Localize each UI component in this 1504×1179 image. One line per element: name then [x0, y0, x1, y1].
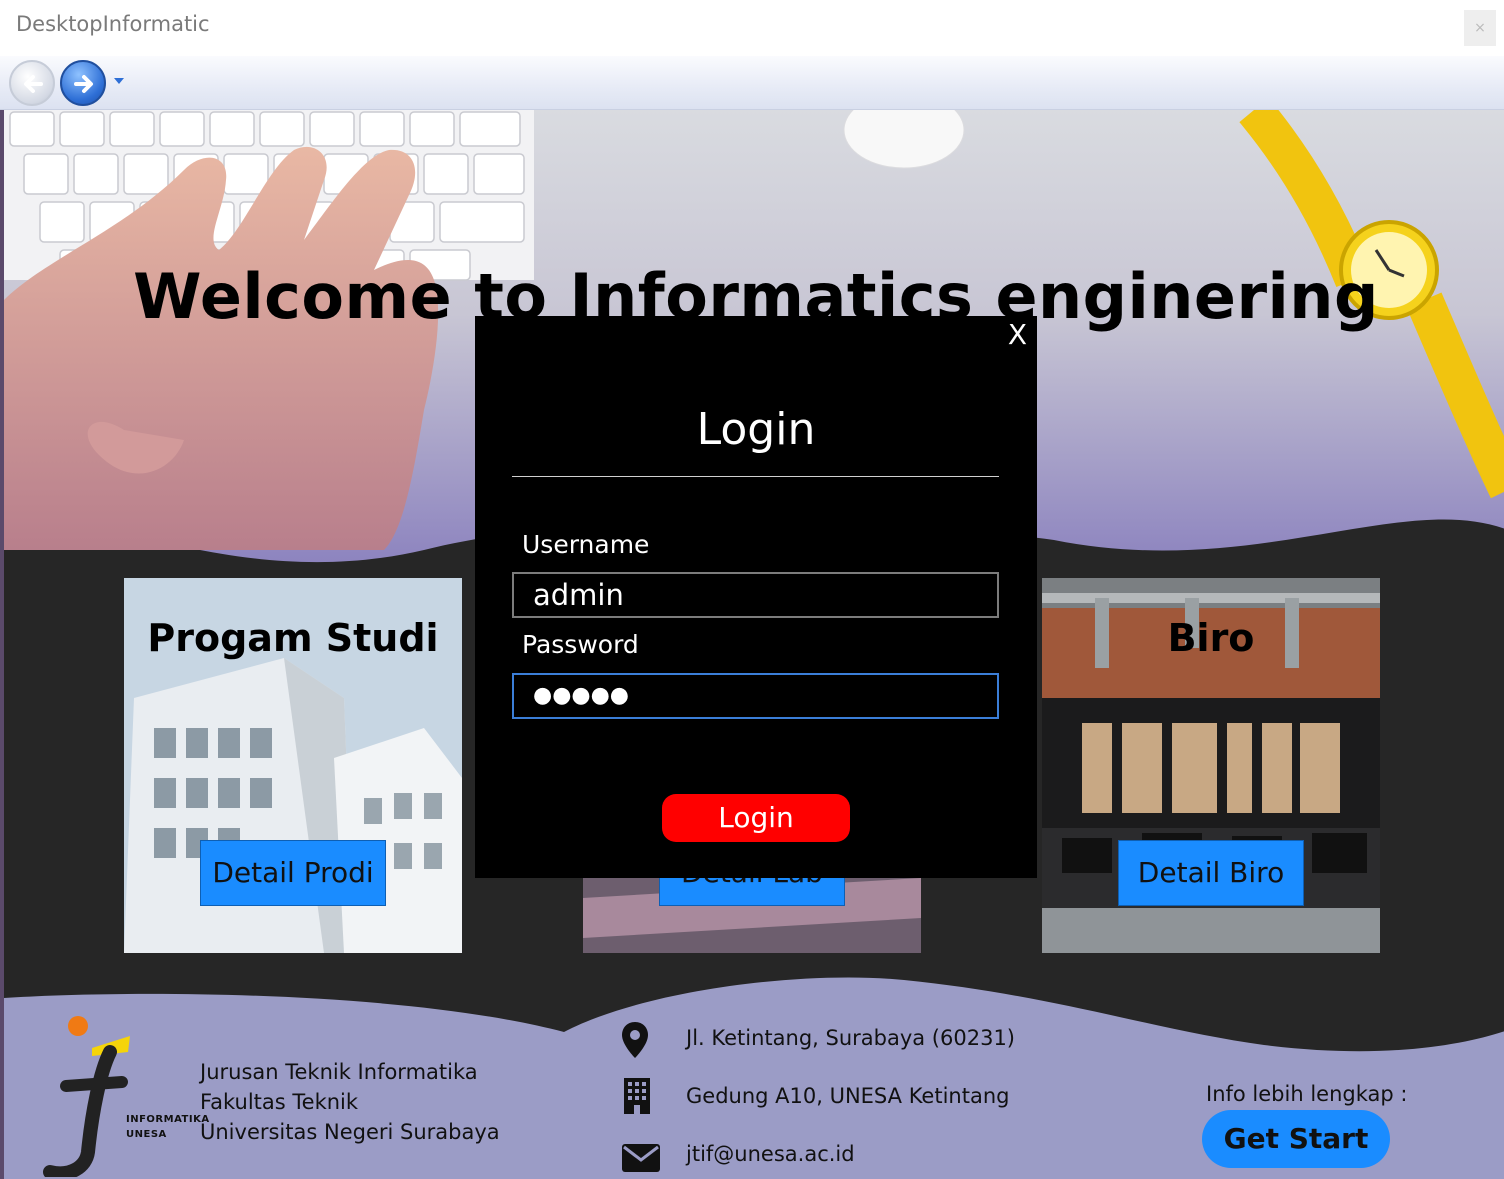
location-pin-icon — [622, 1022, 648, 1058]
window-titlebar: DesktopInformatic × — [0, 0, 1504, 56]
arrow-left-icon — [24, 75, 43, 93]
get-start-button[interactable]: Get Start — [1202, 1110, 1390, 1168]
card-biro: Biro Detail Biro — [1042, 578, 1380, 953]
address-text: Jl. Ketintang, Surabaya (60231) — [686, 1026, 1015, 1050]
org-university: Universitas Negeri Surabaya — [200, 1120, 500, 1144]
building-icon — [624, 1078, 650, 1114]
envelope-icon — [622, 1144, 660, 1172]
informatika-unesa-logo: INFORMATIKA UNESA — [30, 1012, 209, 1179]
window-close-button[interactable]: × — [1464, 10, 1496, 46]
detail-prodi-button[interactable]: Detail Prodi — [200, 840, 386, 906]
username-label: Username — [522, 530, 650, 559]
navigation-bar — [0, 56, 1504, 110]
modal-close-button[interactable]: X — [1008, 318, 1027, 351]
card-title-biro: Biro — [1167, 616, 1255, 660]
forward-button[interactable] — [60, 60, 106, 106]
arrow-right-icon — [74, 75, 93, 93]
card-title-program-studi: Progam Studi — [147, 616, 439, 660]
login-modal: X Login Username admin Password ●●●●● Lo… — [475, 316, 1037, 878]
username-field[interactable]: admin — [512, 572, 999, 618]
login-submit-button[interactable]: Login — [662, 794, 850, 842]
window-title: DesktopInformatic — [16, 12, 210, 36]
password-label: Password — [522, 630, 639, 659]
login-divider — [512, 476, 999, 477]
history-dropdown-icon[interactable] — [112, 74, 126, 88]
detail-biro-button[interactable]: Detail Biro — [1118, 840, 1304, 906]
logo-text-unesa: UNESA — [126, 1129, 167, 1140]
building-text: Gedung A10, UNESA Ketintang — [686, 1084, 1010, 1108]
password-field[interactable]: ●●●●● — [512, 673, 999, 719]
card-program-studi: Progam Studi Detail Prodi — [124, 578, 462, 953]
email-text: jtif@unesa.ac.id — [686, 1142, 855, 1166]
org-department: Jurusan Teknik Informatika — [200, 1060, 478, 1084]
back-button[interactable] — [9, 60, 55, 106]
logo-text-informatika: INFORMATIKA — [126, 1114, 210, 1125]
info-label: Info lebih lengkap : — [1206, 1082, 1408, 1106]
footer: INFORMATIKA UNESA Jurusan Teknik Informa… — [4, 970, 1504, 1179]
login-title: Login — [696, 404, 816, 455]
org-faculty: Fakultas Teknik — [200, 1090, 359, 1114]
